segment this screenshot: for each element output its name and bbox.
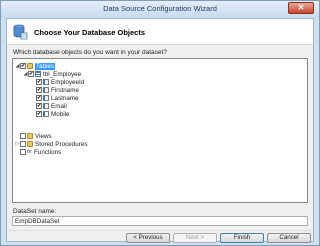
folder-icon [27,141,33,147]
functions-checkbox[interactable] [20,149,26,155]
tables-checkbox[interactable]: ✔ [20,63,26,69]
next-button[interactable]: Next > [173,233,217,243]
column-checkbox[interactable]: ✔ [36,111,42,117]
tree-node-functions[interactable]: fx Functions [20,148,61,156]
tree-node-column[interactable]: ✔ EmployeeId [36,78,84,86]
tree-label-tables: Tables [35,62,56,70]
column-checkbox[interactable]: ✔ [36,95,42,101]
page-title: Choose Your Database Objects [34,28,146,37]
previous-button[interactable]: < Previous [126,233,170,243]
tbl-employee-checkbox[interactable]: ✔ [28,71,34,77]
cancel-button[interactable]: Cancel [267,233,311,243]
tree-node-tables[interactable]: ◢ ✔ Tables [15,62,56,70]
tree-node-column[interactable]: ✔ Firstname [36,86,79,94]
column-icon [43,103,49,109]
column-icon [43,79,49,85]
dataset-name-label: DataSet name: [13,208,57,215]
close-button[interactable]: ✕ [288,2,314,14]
folder-icon [27,63,33,69]
wizard-header: Choose Your Database Objects [7,19,313,45]
tree-node-column[interactable]: ✔ Email [36,102,67,110]
tree-label-functions: Functions [34,148,62,156]
column-icon [43,87,49,93]
views-checkbox[interactable] [20,133,26,139]
column-label: Mobile [51,110,70,118]
wizard-window: Data Source Configuration Wizard ✕ Choos… [0,0,320,246]
database-objects-tree[interactable]: ◢ ✔ Tables ◢ ✔ tbl_Employee ✔ EmployeeId… [12,58,308,203]
tree-node-stored-procedures[interactable]: ▷ Stored Procedures [15,140,88,148]
finish-button[interactable]: Finish [220,233,264,243]
column-icon [43,111,49,117]
column-checkbox[interactable]: ✔ [36,103,42,109]
column-label: Firstname [51,86,79,94]
column-icon [43,95,49,101]
tree-label-views: Views [35,132,52,140]
column-label: EmployeeId [51,78,85,86]
stored-procedures-checkbox[interactable] [20,141,26,147]
title-bar[interactable]: Data Source Configuration Wizard ✕ [1,1,319,17]
tree-node-column[interactable]: ✔ Mobile [36,110,70,118]
database-wizard-icon [13,24,28,40]
column-checkbox[interactable]: ✔ [36,79,42,85]
dataset-name-input[interactable] [12,216,308,226]
column-label: Lastname [51,94,79,102]
window-title: Data Source Configuration Wizard [103,4,217,13]
folder-icon [27,133,33,139]
tree-label-stored-procedures: Stored Procedures [35,140,88,148]
function-icon: fx [27,149,32,155]
column-label: Email [51,102,67,110]
tree-node-tbl-employee[interactable]: ◢ ✔ tbl_Employee [23,70,82,78]
wizard-client-area: Choose Your Database Objects Which datab… [6,18,314,243]
tree-node-column[interactable]: ✔ Lastname [36,94,79,102]
tree-label-tbl-employee: tbl_Employee [43,70,82,78]
tree-node-views[interactable]: Views [20,132,52,140]
table-icon [35,71,41,77]
button-separator [7,230,313,231]
column-checkbox[interactable]: ✔ [36,87,42,93]
objects-prompt: Which database objects do you want in yo… [13,49,167,56]
